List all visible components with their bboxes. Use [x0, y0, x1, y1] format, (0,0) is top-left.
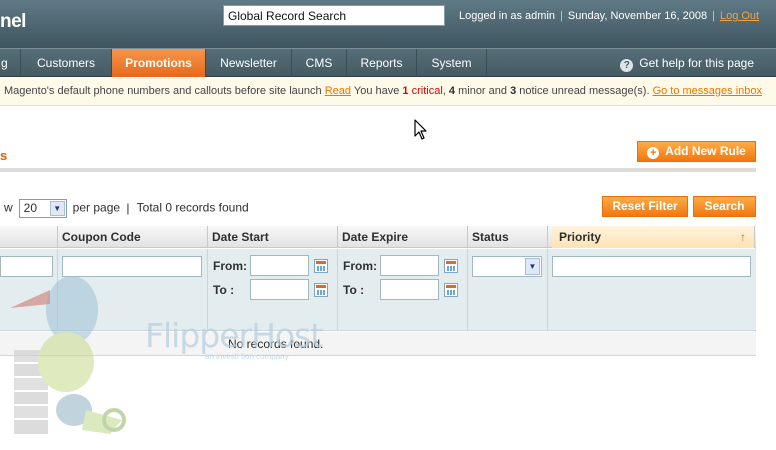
coupon-code-filter-input[interactable] — [62, 256, 202, 277]
messages-inbox-link[interactable]: Go to messages inbox — [653, 85, 762, 97]
per-page-select[interactable]: 20 ▼ — [18, 199, 67, 218]
chevron-down-icon: ▼ — [525, 258, 540, 275]
rules-grid: Coupon Code Date Start Date Expire Statu… — [0, 226, 756, 356]
header: nel Global Record Search Logged in as ad… — [0, 0, 776, 48]
view-label: w — [4, 200, 13, 215]
column-header-status[interactable]: Status — [468, 226, 548, 248]
watermark-brand: FlipperHost — [145, 316, 323, 355]
calendar-icon[interactable] — [314, 283, 328, 297]
user-bar: Logged in as admin | Sunday, November 16, … — [459, 10, 759, 22]
nav-item-customers[interactable]: Customers — [21, 49, 112, 77]
minor-label: minor and — [458, 85, 508, 97]
admin-page: nel Global Record Search Logged in as ad… — [0, 0, 776, 450]
sort-asc-icon: ↑ — [740, 230, 746, 244]
help-icon: ? — [620, 59, 634, 72]
plus-icon: + — [647, 147, 660, 159]
status-filter-select[interactable]: ▼ — [472, 256, 542, 277]
add-new-rule-label: Add New Rule — [665, 144, 746, 158]
logged-in-text: Logged in as admin — [459, 10, 556, 22]
date-expire-to-input[interactable] — [380, 279, 439, 300]
date-expire-from-input[interactable] — [380, 255, 439, 276]
priority-filter-input[interactable] — [552, 256, 751, 277]
calendar-icon[interactable] — [444, 259, 458, 273]
logo: nel — [0, 11, 26, 32]
nav-item-catalog[interactable]: g — [0, 49, 21, 77]
divider — [0, 168, 756, 172]
total-records: Total 0 records found — [136, 200, 249, 215]
watermark-tagline: an investi tion company — [205, 352, 289, 361]
add-new-rule-button[interactable]: + Add New Rule — [637, 141, 756, 162]
minor-count: 4 — [448, 85, 456, 97]
chevron-down-icon: ▼ — [49, 201, 65, 216]
nav-item-cms[interactable]: CMS — [292, 49, 347, 77]
pager: w 20 ▼ per page | Total 0 records found — [4, 199, 249, 218]
column-header-date-expire[interactable]: Date Expire — [338, 226, 468, 248]
date-start-from-input[interactable] — [250, 255, 309, 276]
notice-label: notice unread message(s). — [519, 85, 650, 97]
per-page-label: per page — [72, 200, 121, 215]
filter-cell: ▼ — [468, 249, 548, 331]
help-label: Get help for this page — [639, 56, 754, 70]
divider: | — [560, 10, 563, 22]
nav-item-newsletter[interactable]: Newsletter — [206, 49, 292, 77]
filter-cell — [0, 249, 58, 331]
notification-bar: Magento's default phone numbers and call… — [0, 78, 776, 106]
mouse-cursor-icon — [414, 119, 427, 140]
date-text: Sunday, November 16, 2008 — [567, 10, 708, 22]
filter-cell: From: To : — [338, 249, 468, 331]
date-expire-from-label: From: — [343, 259, 377, 273]
critical-label: critical — [411, 85, 443, 97]
date-expire-to-label: To : — [343, 283, 365, 297]
reset-filter-button[interactable]: Reset Filter — [602, 196, 688, 217]
you-have-text: You have — [353, 85, 400, 97]
column-header-coupon-code[interactable]: Coupon Code — [58, 226, 208, 248]
read-link[interactable]: Read — [325, 85, 351, 97]
help-link[interactable]: ? Get help for this page — [620, 49, 754, 77]
column-header-priority[interactable]: Priority ↑ — [552, 226, 755, 248]
pager-separator: | — [126, 200, 130, 215]
column-header-name[interactable] — [0, 226, 58, 248]
calendar-icon[interactable] — [314, 259, 328, 273]
calendar-icon[interactable] — [444, 283, 458, 297]
name-filter-input[interactable] — [0, 256, 53, 277]
logout-link[interactable]: Log Out — [720, 10, 759, 22]
nav-item-promotions[interactable]: Promotions — [112, 49, 206, 77]
priority-label: Priority — [559, 230, 602, 244]
date-start-to-label: To : — [213, 283, 235, 297]
divider: | — [712, 10, 715, 22]
critical-count: 1 — [402, 85, 409, 97]
main-nav: g Customers Promotions Newsletter CMS Re… — [0, 48, 776, 77]
page-title: s — [0, 148, 8, 163]
empty-grid-row: No records found. — [0, 332, 756, 356]
filter-cell — [548, 249, 756, 331]
nav-item-reports[interactable]: Reports — [347, 49, 417, 77]
per-page-value: 20 — [23, 201, 38, 215]
nav-item-system[interactable]: System — [417, 49, 487, 77]
filter-row: From: To : From: To : ▼ — [0, 249, 756, 331]
column-header-date-start[interactable]: Date Start — [208, 226, 338, 248]
search-button[interactable]: Search — [693, 196, 756, 217]
date-start-to-input[interactable] — [250, 279, 309, 300]
notice-count: 3 — [510, 85, 517, 97]
date-start-from-label: From: — [213, 259, 247, 273]
notice-text: Magento's default phone numbers and call… — [4, 85, 322, 97]
grid-header: Coupon Code Date Start Date Expire Statu… — [0, 226, 756, 248]
global-search-input[interactable]: Global Record Search — [223, 5, 445, 26]
